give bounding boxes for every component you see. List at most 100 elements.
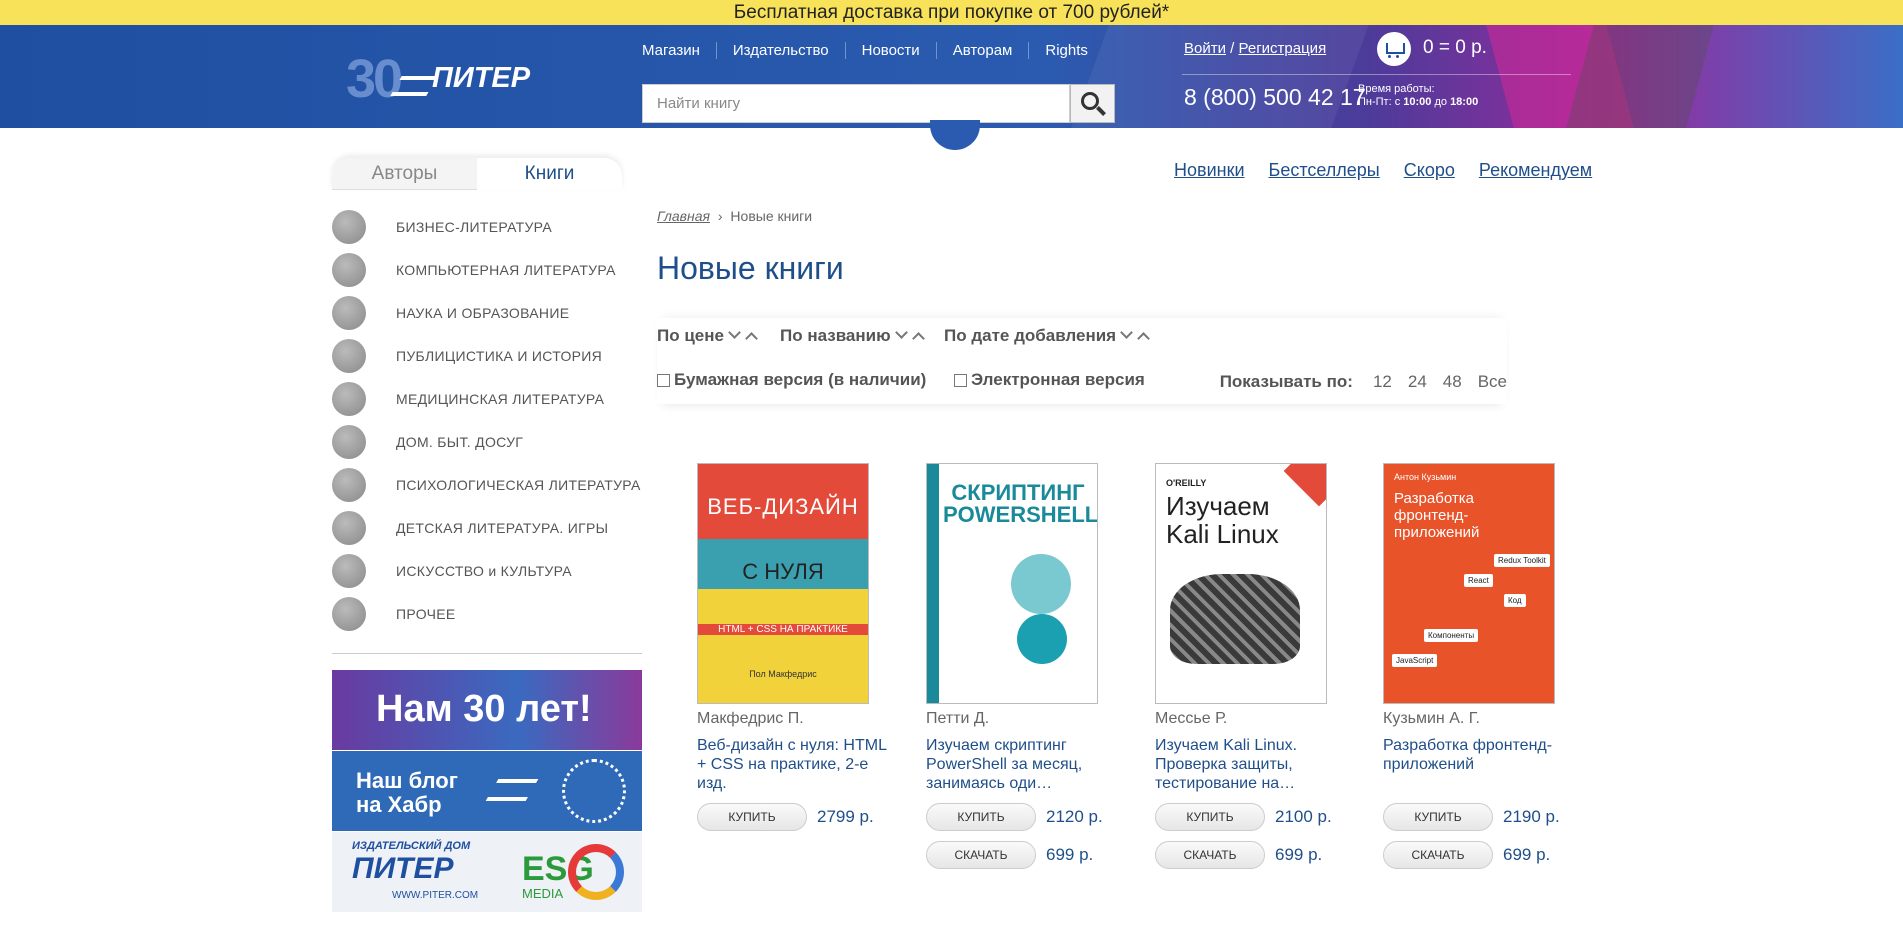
piter-esg-banner[interactable]: ИЗДАТЕЛЬСКИЙ ДОМ ПИТЕР WWW.PITER.COM ESG… [332,832,642,912]
cart-icon[interactable] [1377,32,1411,66]
download-button[interactable]: СКАЧАТЬ [1383,841,1493,869]
category-item[interactable]: ИСКУССТВО и КУЛЬТУРА [332,549,642,592]
per-page-option[interactable]: Все [1478,372,1507,392]
quick-link-bestsellers[interactable]: Бестселлеры [1269,160,1380,181]
page-title: Новые книги [657,250,844,286]
category-label: ИСКУССТВО и КУЛЬТУРА [396,562,572,579]
sort-by-date[interactable]: По дате добавления [944,326,1150,346]
chevron-down-icon[interactable] [894,326,908,339]
book-cover[interactable]: Антон Кузьмин Разработка фронтенд-прилож… [1383,463,1555,704]
nav-item-authors[interactable]: Авторам [935,42,1029,59]
publisher-url: WWW.PITER.COM [392,890,479,901]
site-logo[interactable]: 30 ПИТЕР [346,48,566,109]
tab-authors[interactable]: Авторы [332,158,477,190]
hours-from: 10:00 [1403,96,1432,108]
category-label: ПСИХОЛОГИЧЕСКАЯ ЛИТЕРАТУРА [396,476,641,493]
category-label: ДЕТСКАЯ ЛИТЕРАТУРА. ИГРЫ [396,519,609,536]
cover-author: Пол Макфедрис [749,669,817,679]
sort-by-name[interactable]: По названию [780,326,925,346]
chevron-down-icon[interactable] [728,326,741,339]
buy-row: КУПИТЬ 2190 р. [1383,798,1583,836]
phone-number[interactable]: 8 (800) 500 42 17 [1184,84,1366,111]
search-input[interactable]: Найти книгу [642,84,1070,123]
sort-filter-bar: По цене По названию По дате добавления Б… [657,318,1507,404]
piter-wing-icon [485,779,539,801]
book-author[interactable]: Макфедрис П. [697,710,897,728]
book-card: O'REILLY Изучаем Kali Linux Мессье Р. Из… [1155,463,1355,874]
sort-by-price[interactable]: По цене [657,326,758,346]
chevron-down-icon[interactable] [1120,326,1133,339]
ebook-price: 699 р. [1046,845,1094,864]
filter-paper[interactable]: Бумажная версия (в наличии) [657,370,926,390]
book-title[interactable]: Разработка фронтенд-приложений [1383,736,1583,798]
category-item[interactable]: МЕДИЦИНСКАЯ ЛИТЕРАТУРА [332,377,642,420]
ebook-price: 699 р. [1503,845,1551,864]
book-cover[interactable]: СКРИПТИНГ POWERSHELL [926,463,1098,704]
quick-link-soon[interactable]: Скоро [1404,160,1455,181]
anniversary-banner[interactable]: Нам 30 лет! [332,670,642,750]
sidebar-divider [332,653,642,654]
per-page-option[interactable]: 12 [1373,372,1392,392]
cover-decoration [1017,614,1067,664]
book-cover[interactable]: ВЕБ-ДИЗАЙН С НУЛЯ HTML + CSS НА ПРАКТИКЕ… [697,463,869,704]
book-title[interactable]: Веб-дизайн с нуля: HTML + CSS на практик… [697,736,897,798]
category-item[interactable]: ПУБЛИЦИСТИКА И ИСТОРИЯ [332,334,642,377]
book-cover[interactable]: O'REILLY Изучаем Kali Linux [1155,463,1327,704]
buy-button[interactable]: КУПИТЬ [926,803,1036,831]
nav-item-rights[interactable]: Rights [1028,42,1104,59]
ebook-checkbox[interactable] [954,373,967,387]
filter-paper-label: Бумажная версия (в наличии) [674,370,927,389]
category-item[interactable]: ПРОЧЕЕ [332,592,642,635]
cover-author: Антон Кузьмин [1394,472,1457,482]
paper-checkbox[interactable] [657,373,670,387]
login-link[interactable]: Войти [1184,40,1226,57]
book-author[interactable]: Петти Д. [926,710,1126,728]
tab-books[interactable]: Книги [477,158,622,190]
home-icon [332,424,366,459]
quick-link-new[interactable]: Новинки [1174,160,1245,181]
buy-button[interactable]: КУПИТЬ [1383,803,1493,831]
category-item[interactable]: ДЕТСКАЯ ЛИТЕРАТУРА. ИГРЫ [332,506,642,549]
breadcrumb-home[interactable]: Главная [657,208,710,224]
cover-tag: JavaScript [1392,654,1438,667]
book-author[interactable]: Мессье Р. [1155,710,1355,728]
category-item[interactable]: ПСИХОЛОГИЧЕСКАЯ ЛИТЕРАТУРА [332,463,642,506]
register-link[interactable]: Регистрация [1239,40,1327,57]
cover-tagline: HTML + CSS НА ПРАКТИКЕ [698,624,868,635]
ebook-price: 699 р. [1275,845,1323,864]
book-title[interactable]: Изучаем Kali Linux. Проверка защиты, тес… [1155,736,1355,798]
buy-button[interactable]: КУПИТЬ [697,803,807,831]
business-icon [332,209,366,244]
cart-total[interactable]: 0 = 0 р. [1423,37,1487,59]
media-text: MEDIA [522,886,564,901]
category-label: ДОМ. БЫТ. ДОСУГ [396,433,524,450]
category-item[interactable]: БИЗНЕС-ЛИТЕРАТУРА [332,205,642,248]
download-button[interactable]: СКАЧАТЬ [1155,841,1265,869]
category-item[interactable]: ДОМ. БЫТ. ДОСУГ [332,420,642,463]
chevron-up-icon[interactable] [745,332,758,345]
auth-links: Войти / Регистрация [1184,40,1326,57]
quick-link-recommended[interactable]: Рекомендуем [1479,160,1592,181]
category-item[interactable]: КОМПЬЮТЕРНАЯ ЛИТЕРАТУРА [332,248,642,291]
category-label: НАУКА И ОБРАЗОВАНИЕ [396,304,570,321]
filter-ebook[interactable]: Электронная версия [954,370,1145,390]
nav-item-shop[interactable]: Магазин [642,42,716,59]
nav-item-publisher[interactable]: Издательство [715,42,845,59]
search-button[interactable] [1070,84,1115,123]
book-author[interactable]: Кузьмин А. Г. [1383,710,1583,728]
category-item[interactable]: НАУКА И ОБРАЗОВАНИЕ [332,291,642,334]
habr-blog-banner[interactable]: Наш блог на Хабр [332,751,642,831]
per-page-option[interactable]: 48 [1443,372,1462,392]
download-button[interactable]: СКАЧАТЬ [926,841,1036,869]
chevron-up-icon[interactable] [1137,332,1150,345]
nav-item-news[interactable]: Новости [844,42,936,59]
category-label: БИЗНЕС-ЛИТЕРАТУРА [396,218,552,235]
chevron-up-icon[interactable] [911,332,925,345]
book-title[interactable]: Изучаем скриптинг PowerShell за месяц, з… [926,736,1126,798]
category-label: ПРОЧЕЕ [396,605,456,622]
pyramid-icon [332,510,366,545]
download-row: СКАЧАТЬ 699 р. [1155,836,1355,874]
per-page-option[interactable]: 24 [1408,372,1427,392]
publisher-small-text: ИЗДАТЕЛЬСКИЙ ДОМ [352,840,471,852]
buy-button[interactable]: КУПИТЬ [1155,803,1265,831]
